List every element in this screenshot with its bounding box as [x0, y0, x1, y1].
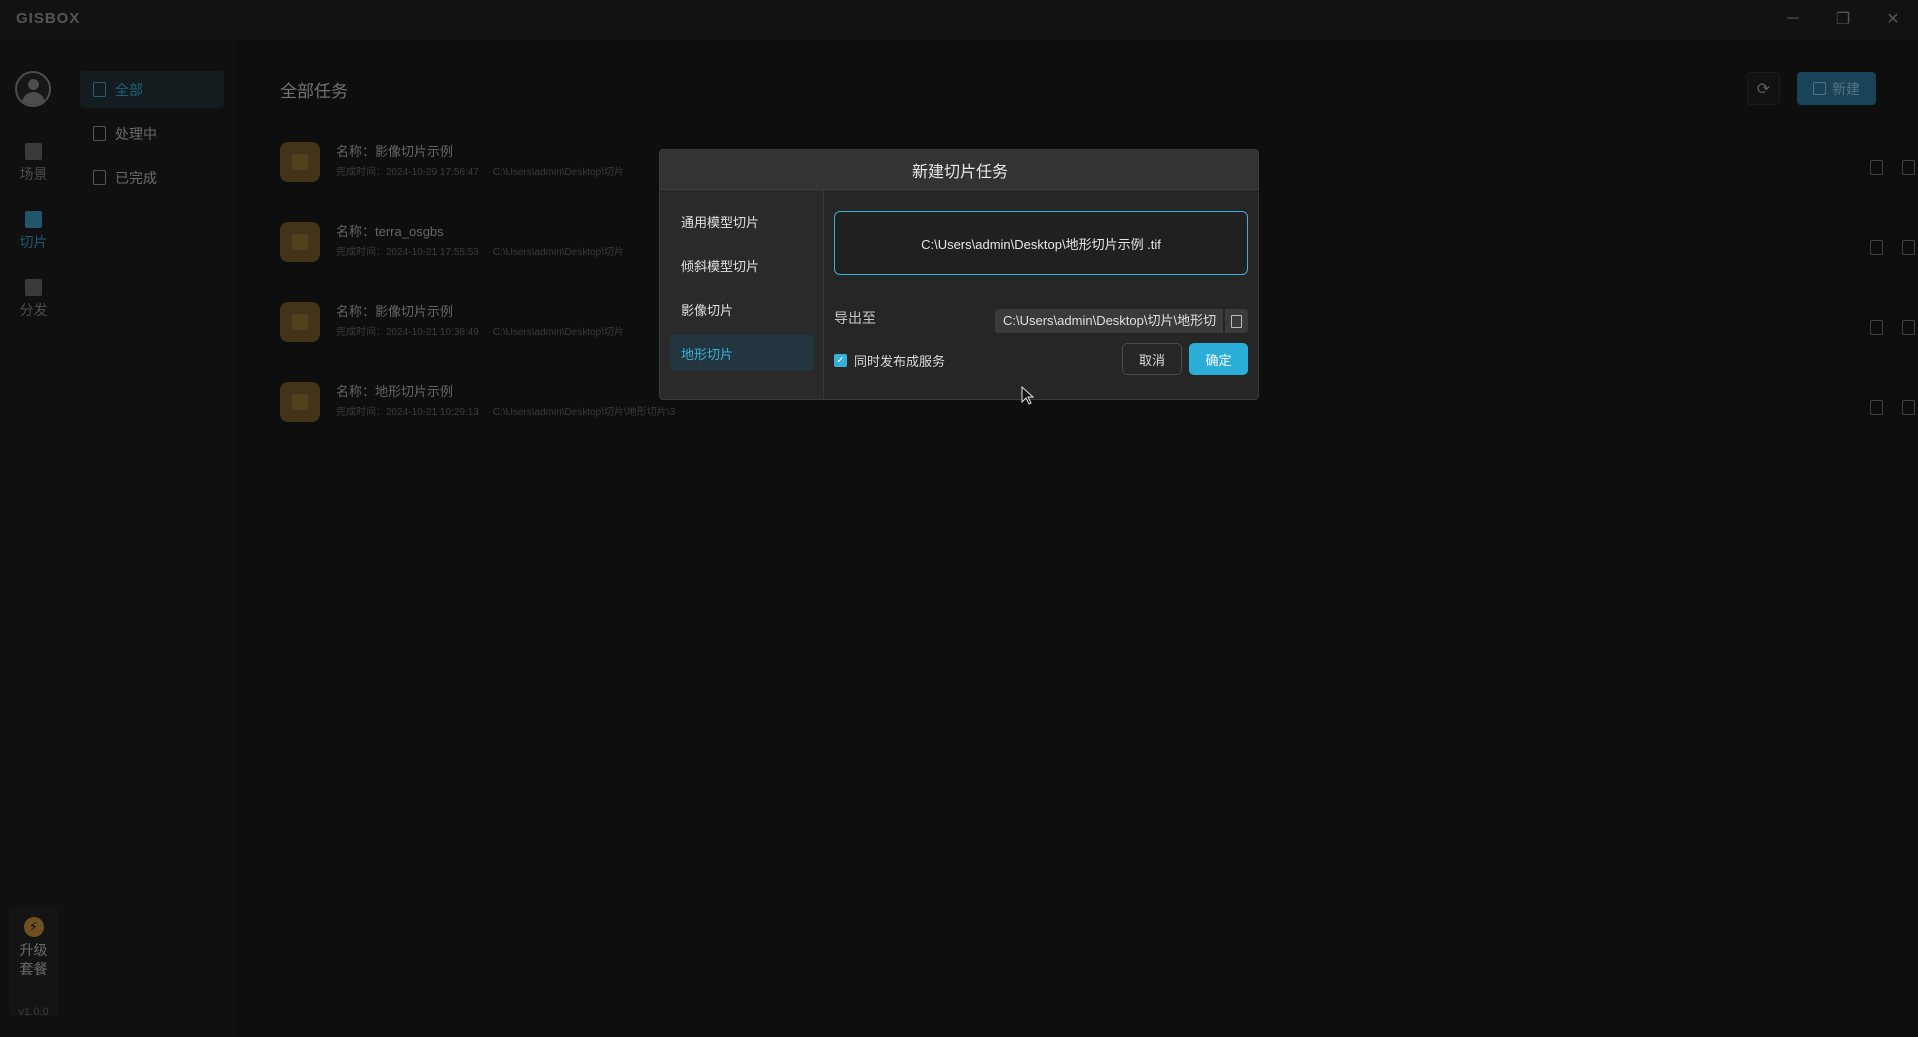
slice-type-oblique-model[interactable]: 倾斜模型切片 — [670, 247, 814, 283]
publish-service-checkbox[interactable]: ✓ — [834, 354, 847, 367]
mouse-cursor-icon — [1021, 386, 1035, 405]
export-label: 导出至 — [834, 310, 876, 326]
source-file-dropzone[interactable]: C:\Users\admin\Desktop\地形切片示例 .tif — [834, 211, 1248, 275]
checkmark-icon: ✓ — [836, 355, 845, 366]
slice-type-list: 通用模型切片 倾斜模型切片 影像切片 地形切片 — [660, 190, 824, 399]
dialog-body: C:\Users\admin\Desktop\地形切片示例 .tif 导出至 C… — [824, 190, 1258, 399]
new-slice-task-dialog: 新建切片任务 通用模型切片 倾斜模型切片 影像切片 地形切片 C:\Users\… — [659, 149, 1259, 400]
slice-type-general-model[interactable]: 通用模型切片 — [670, 203, 814, 239]
browse-folder-button[interactable] — [1225, 309, 1248, 333]
cancel-button[interactable]: 取消 — [1122, 343, 1182, 375]
export-path-input[interactable]: C:\Users\admin\Desktop\切片\地形切 — [995, 309, 1223, 333]
confirm-button[interactable]: 确定 — [1189, 343, 1248, 375]
source-file-path: C:\Users\admin\Desktop\地形切片示例 .tif — [921, 236, 1161, 252]
dialog-title: 新建切片任务 — [660, 150, 1258, 190]
publish-service-label: 同时发布成服务 — [854, 354, 946, 369]
slice-type-terrain[interactable]: 地形切片 — [670, 335, 814, 371]
slice-type-imagery[interactable]: 影像切片 — [670, 291, 814, 327]
folder-icon — [1231, 314, 1242, 328]
app-window: GISBOX ─ ❐ ✕ 场景 切片 分发 ⚡ 升级 套餐 v1.0.0 全部 … — [0, 0, 1918, 1037]
